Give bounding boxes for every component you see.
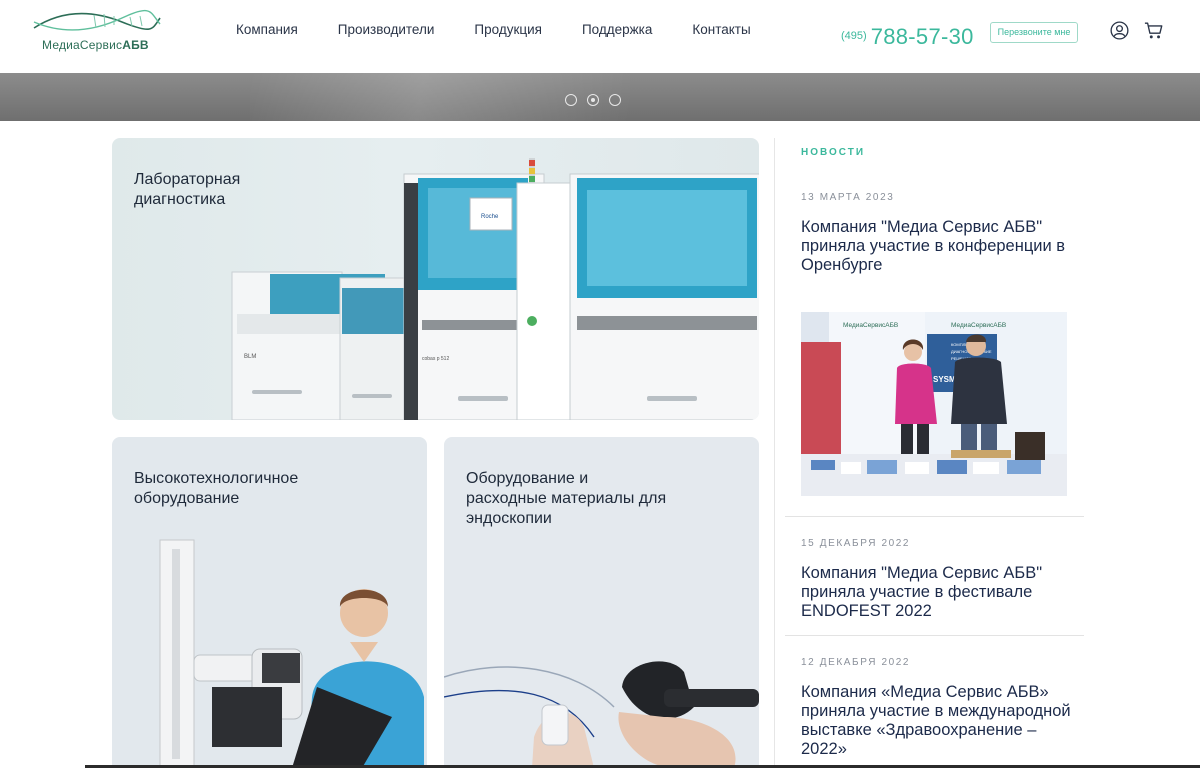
news-heading: НОВОСТИ	[801, 147, 866, 158]
svg-text:BLM: BLM	[244, 354, 256, 360]
nav-item-manufacturers[interactable]: Производители	[338, 22, 435, 37]
news-date-1: 13 МАРТА 2023	[801, 192, 895, 203]
news-photo-1[interactable]: МедиаСервисАБВ МедиаСервисАБВ КОМПЛЕКСНЫ…	[801, 312, 1067, 496]
news-divider	[774, 138, 775, 768]
cart-icon[interactable]	[1144, 21, 1164, 40]
xray-equipment-image	[159, 539, 424, 768]
news-title-3[interactable]: Компания «Медиа Сервис АБВ» приняла учас…	[801, 683, 1081, 759]
slider-dot-2[interactable]	[587, 94, 599, 106]
news-date-2: 15 ДЕКАБРЯ 2022	[801, 538, 911, 549]
site-header: МедиаСервисАБВ Компания Производители Пр…	[0, 0, 1200, 73]
svg-text:cobas p 512: cobas p 512	[422, 356, 449, 362]
phone-link[interactable]: (495) 788-57-30	[841, 24, 974, 50]
category-card-hightech-equipment[interactable]: Высокотехнологичное оборудование	[112, 437, 427, 768]
category-card-endoscopy[interactable]: Оборудование и расходные материалы для э…	[444, 437, 759, 768]
conference-photo: МедиаСервисАБВ МедиаСервисАБВ КОМПЛЕКСНЫ…	[801, 312, 1067, 496]
slider-dots	[565, 94, 621, 106]
phone-number: 788-57-30	[870, 24, 974, 49]
lab-analyzer-image: BLM Roche cobas p 512	[231, 158, 759, 420]
user-icon[interactable]	[1110, 21, 1129, 40]
category-card-lab-diagnostics[interactable]: Лабораторная диагностика BLM Roche cobas…	[112, 138, 759, 420]
slider-dot-1[interactable]	[565, 94, 577, 106]
phone-code: (495)	[841, 30, 867, 42]
nav-item-support[interactable]: Поддержка	[582, 22, 652, 37]
dna-logo-icon	[33, 9, 161, 31]
endoscope-image	[444, 661, 759, 768]
hero-slider	[0, 73, 1200, 121]
logo-text: МедиаСервисАБВ	[42, 38, 149, 52]
news-title-2[interactable]: Компания "Медиа Сервис АБВ" приняла учас…	[801, 564, 1081, 621]
news-title-1[interactable]: Компания "Медиа Сервис АБВ" приняла учас…	[801, 218, 1081, 275]
nav-item-company[interactable]: Компания	[236, 22, 298, 37]
svg-text:SYSM: SYSM	[933, 375, 956, 384]
svg-text:МедиаСервисАБВ: МедиаСервисАБВ	[951, 322, 1006, 329]
news-separator-1	[785, 516, 1084, 517]
company-logo[interactable]: МедиаСервисАБВ	[32, 8, 162, 56]
main-nav: Компания Производители Продукция Поддерж…	[236, 22, 751, 37]
callback-button[interactable]: Перезвоните мне	[990, 22, 1078, 43]
nav-item-products[interactable]: Продукция	[474, 22, 542, 37]
nav-item-contacts[interactable]: Контакты	[692, 22, 750, 37]
news-separator-2	[785, 635, 1084, 636]
svg-text:Roche: Roche	[481, 214, 499, 220]
svg-text:МедиаСервисАБВ: МедиаСервисАБВ	[843, 322, 898, 329]
slider-dot-3[interactable]	[609, 94, 621, 106]
news-date-3: 12 ДЕКАБРЯ 2022	[801, 657, 911, 668]
